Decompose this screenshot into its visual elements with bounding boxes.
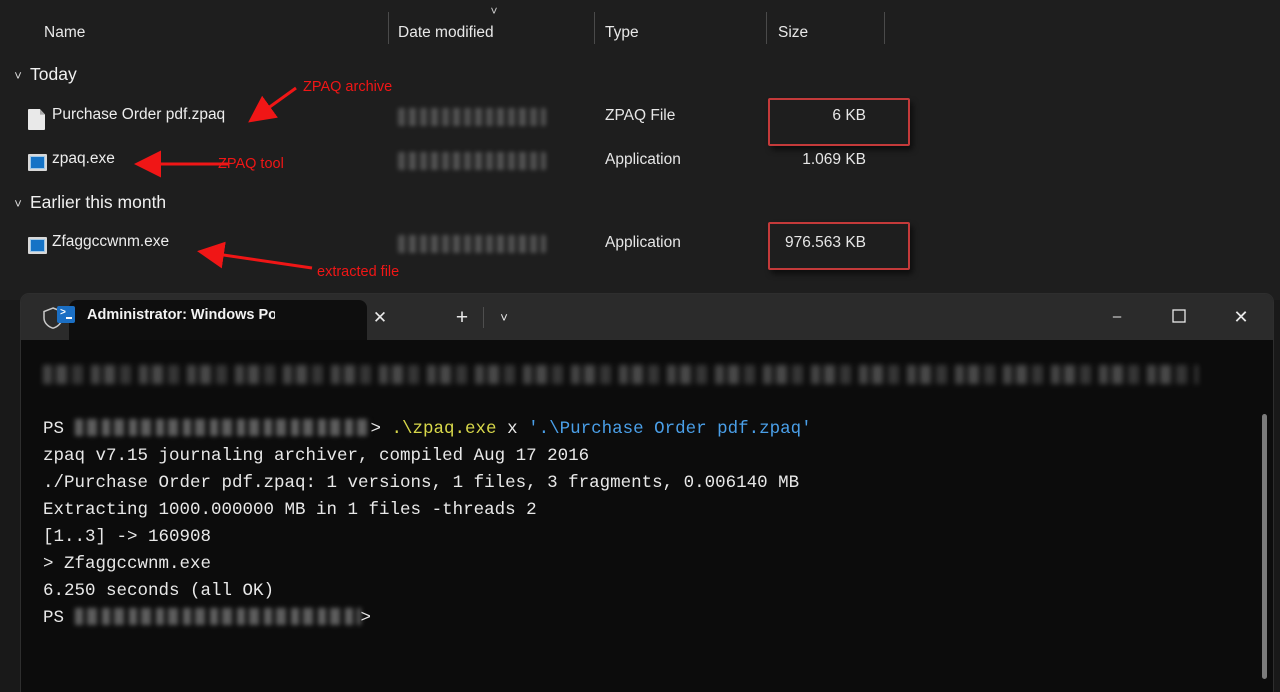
sort-indicator-chevron-down-icon: ˅ [487, 6, 501, 16]
column-divider-3[interactable] [766, 12, 767, 44]
powershell-icon: > [57, 306, 75, 323]
close-tab-icon[interactable]: ✕ [369, 307, 391, 329]
command-argument: '.\Purchase Order pdf.zpaq' [528, 419, 812, 439]
prompt-prefix: PS [43, 608, 75, 628]
annotation-label-zpaq-archive: ZPAQ archive [303, 79, 392, 95]
file-size: 976.563 KB [700, 234, 866, 252]
terminal-line-blank [21, 389, 1273, 416]
terminal-output-line: ./Purchase Order pdf.zpaq: 1 versions, 1… [21, 470, 1273, 497]
file-size: 1.069 KB [700, 151, 866, 169]
file-date-modified-redacted [398, 152, 546, 170]
application-exe-icon [28, 237, 46, 257]
prompt-suffix: > [361, 608, 372, 628]
terminal-scrollbar[interactable] [1262, 414, 1267, 679]
column-divider-4[interactable] [884, 12, 885, 44]
terminal-output-line: zpaq v7.15 journaling archiver, compiled… [21, 443, 1273, 470]
powershell-window: > Administrator: Windows Powe ✕ + ˅ – ✕ [20, 293, 1274, 692]
column-header-date-modified[interactable]: Date modified [398, 24, 494, 42]
command-executable: .\zpaq.exe [392, 419, 497, 439]
window-maximize-button[interactable] [1155, 294, 1203, 340]
file-name[interactable]: Purchase Order pdf.zpaq [52, 106, 225, 124]
terminal-line-redacted [21, 362, 1273, 389]
file-type: ZPAQ File [605, 107, 675, 125]
group-label: Today [30, 64, 77, 85]
group-expand-chevron-down-icon[interactable]: ˅ [10, 196, 26, 212]
toolbar-divider [483, 307, 484, 328]
new-tab-plus-icon[interactable]: + [449, 305, 475, 331]
terminal-output-line: > Zfaggccwnm.exe [21, 551, 1273, 578]
file-type: Application [605, 234, 681, 252]
group-expand-chevron-down-icon[interactable]: ˅ [10, 68, 26, 84]
column-header-row: Name ˅ Date modified Type Size [0, 0, 1280, 56]
column-divider-2[interactable] [594, 12, 595, 44]
group-header-earlier-this-month[interactable]: ˅ Earlier this month [0, 189, 1280, 223]
terminal-prompt-line: PS > .\zpaq.exe x '.\Purchase Order pdf.… [21, 416, 1273, 443]
file-date-modified-redacted [398, 108, 546, 126]
document-file-icon [28, 109, 46, 129]
window-titlebar[interactable]: > Administrator: Windows Powe ✕ + ˅ – ✕ [21, 294, 1273, 340]
prompt-path-redacted [75, 608, 361, 625]
window-minimize-button[interactable]: – [1093, 294, 1141, 340]
terminal-prompt-line: PS > [21, 605, 1273, 632]
file-name[interactable]: zpaq.exe [52, 150, 115, 168]
column-header-size[interactable]: Size [778, 24, 808, 42]
column-header-name[interactable]: Name [44, 24, 85, 42]
prompt-prefix: PS [43, 419, 75, 439]
command-flag: x [497, 419, 529, 439]
annotation-label-zpaq-tool: ZPAQ tool [218, 156, 284, 172]
terminal-output-line: 6.250 seconds (all OK) [21, 578, 1273, 605]
terminal-output-line: Extracting 1000.000000 MB in 1 files -th… [21, 497, 1273, 524]
tab-title: Administrator: Windows Powe [87, 304, 275, 326]
prompt-suffix: > [371, 419, 392, 439]
file-size: 6 KB [700, 107, 866, 125]
table-row[interactable]: zpaq.exe Application 1.069 KB [0, 145, 1280, 183]
file-explorer-pane: Name ˅ Date modified Type Size ˅ Today P… [0, 0, 1280, 300]
window-close-button[interactable]: ✕ [1217, 294, 1265, 340]
prompt-path-redacted [75, 419, 371, 436]
table-row[interactable]: Purchase Order pdf.zpaq ZPAQ File 6 KB [0, 101, 1280, 139]
file-type: Application [605, 151, 681, 169]
screenshot-root: Name ˅ Date modified Type Size ˅ Today P… [0, 0, 1280, 692]
column-header-type[interactable]: Type [605, 24, 639, 42]
table-row[interactable]: Zfaggccwnm.exe Application 976.563 KB [0, 228, 1280, 266]
terminal-output-area[interactable]: PS > .\zpaq.exe x '.\Purchase Order pdf.… [21, 340, 1273, 692]
annotation-label-extracted-file: extracted file [317, 264, 399, 280]
application-exe-icon [28, 154, 46, 174]
group-label: Earlier this month [30, 192, 166, 213]
column-divider-1[interactable] [388, 12, 389, 44]
file-name[interactable]: Zfaggccwnm.exe [52, 233, 169, 251]
file-date-modified-redacted [398, 235, 546, 253]
terminal-output-line: [1..3] -> 160908 [21, 524, 1273, 551]
group-header-today[interactable]: ˅ Today [0, 61, 1280, 95]
tab-dropdown-chevron-down-icon[interactable]: ˅ [491, 307, 517, 329]
